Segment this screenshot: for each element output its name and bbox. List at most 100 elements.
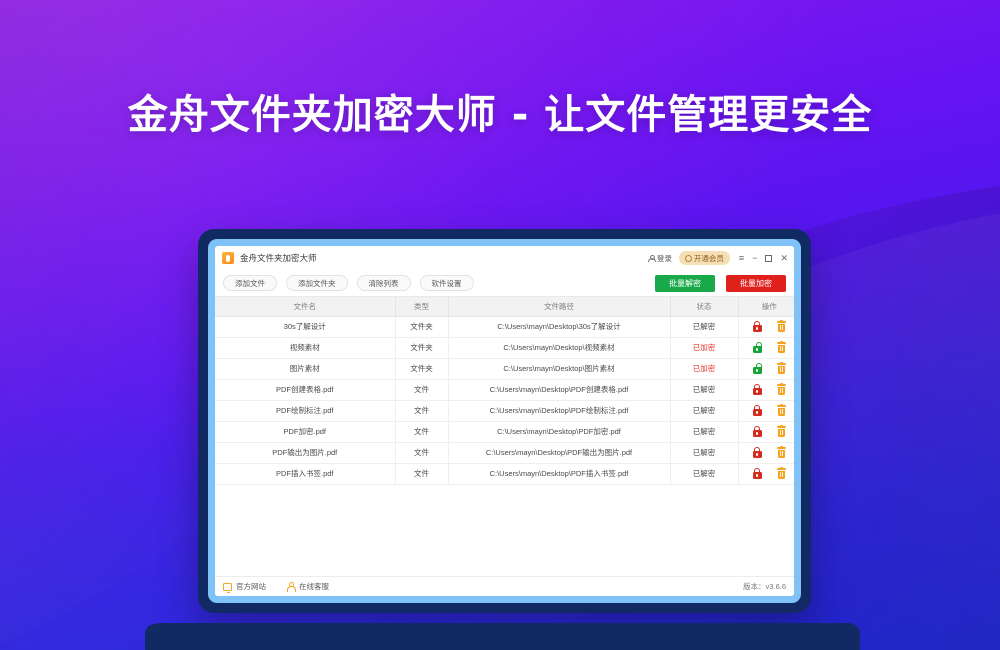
trash-icon[interactable]	[776, 340, 786, 353]
batch-decrypt-button[interactable]: 批量解密	[655, 274, 715, 292]
status-badge: 已解密	[670, 400, 739, 422]
unlocked-icon[interactable]	[752, 363, 762, 374]
cell-filename: PDF输出为图片.pdf	[215, 442, 396, 464]
cell-path: C:\Users\mayn\Desktop\PDF插入书签.pdf	[448, 463, 671, 485]
cell-path: C:\Users\mayn\Desktop\30s了解设计	[448, 316, 671, 338]
col-header-path[interactable]: 文件路径	[448, 297, 671, 317]
table-row[interactable]: PDF绘制标注.pdf 文件 C:\Users\mayn\Desktop\PDF绘制…	[215, 400, 795, 422]
cell-operations	[738, 442, 795, 464]
official-website-link[interactable]: 官方网站	[223, 581, 266, 593]
col-header-operations[interactable]: 操作	[738, 297, 794, 317]
operations-group	[739, 361, 795, 374]
unlocked-icon[interactable]	[752, 342, 762, 353]
cell-operations	[738, 358, 795, 380]
locked-icon[interactable]	[752, 384, 762, 395]
add-file-button[interactable]: 添加文件	[223, 275, 277, 291]
table-row[interactable]: 30s了解设计 文件夹 C:\Users\mayn\Desktop\30s了解设计已…	[215, 316, 794, 338]
online-support-link[interactable]: 在线客服	[286, 581, 329, 592]
cell-filename: PDF加密.pdf	[215, 421, 396, 443]
official-website-label: 官方网站	[236, 582, 266, 591]
status-badge: 已解密	[670, 316, 739, 338]
locked-icon[interactable]	[752, 321, 762, 332]
menu-icon[interactable]: ≡	[739, 253, 744, 263]
cell-type: 文件	[395, 442, 449, 464]
minimize-icon[interactable]: −	[752, 253, 757, 263]
cell-path: C:\Users\mayn\Desktop\图片素材	[448, 358, 671, 380]
login-button[interactable]: 登录	[648, 253, 672, 264]
operations-group	[739, 340, 795, 353]
table-row[interactable]: 视频素材 文件夹 C:\Users\mayn\Desktop\视频素材 已加密	[215, 337, 795, 359]
vip-label: 开通会员	[693, 253, 724, 263]
cell-path: C:\Users\mayn\Desktop\PDF输出为图片.pdf	[448, 442, 671, 464]
status-bar: 官方网站 在线客服 版本：v3.6.6	[215, 576, 794, 596]
laptop-screen-bezel: 金舟文件夹加密大师 登录 开通会员 ≡ − ✕ 添加文件 添加文件夹 清除列表 …	[208, 239, 801, 603]
toolbar-actions: 批量解密 批量加密	[655, 274, 786, 292]
laptop-frame: 金舟文件夹加密大师 登录 开通会员 ≡ − ✕ 添加文件 添加文件夹 清除列表 …	[198, 229, 811, 613]
file-table-container: 文件名 类型 文件路径 状态 操作 30s了解设计 文件夹 C:\Users\may…	[215, 297, 794, 576]
folder-lock-icon	[222, 252, 234, 264]
locked-icon[interactable]	[752, 426, 762, 437]
cell-operations	[738, 379, 794, 401]
trash-icon[interactable]	[776, 445, 786, 458]
table-row[interactable]: 图片素材 文件夹 C:\Users\mayn\Desktop\图片素材 已加密	[215, 358, 795, 380]
locked-icon[interactable]	[752, 447, 762, 458]
app-window: 金舟文件夹加密大师 登录 开通会员 ≡ − ✕ 添加文件 添加文件夹 清除列表 …	[215, 246, 794, 596]
add-folder-button[interactable]: 添加文件夹	[286, 275, 348, 291]
table-row[interactable]: PDF插入书签.pdf 文件 C:\Users\mayn\Desktop\PDF插入…	[215, 463, 795, 485]
trash-icon[interactable]	[776, 403, 786, 416]
trash-icon[interactable]	[776, 382, 786, 395]
cell-operations	[738, 421, 795, 443]
app-title: 金舟文件夹加密大师	[240, 253, 317, 263]
col-header-type[interactable]: 类型	[395, 297, 449, 317]
col-header-filename[interactable]: 文件名	[215, 297, 396, 317]
col-header-status[interactable]: 状态	[670, 297, 739, 317]
cell-type: 文件	[395, 379, 449, 401]
operations-group	[739, 424, 795, 437]
online-support-label: 在线客服	[299, 582, 329, 591]
laptop-base	[148, 623, 860, 650]
cell-type: 文件	[395, 400, 449, 422]
maximize-icon[interactable]	[765, 254, 773, 262]
table-header-row: 文件名 类型 文件路径 状态 操作	[215, 297, 794, 317]
batch-encrypt-button[interactable]: 批量加密	[726, 274, 786, 292]
cell-operations	[738, 463, 795, 485]
page-headline: 金舟文件夹加密大师 - 让文件管理更安全	[127, 92, 873, 138]
operations-group	[739, 466, 795, 479]
cell-path: C:\Users\mayn\Desktop\PDF绘制标注.pdf	[448, 400, 671, 422]
clear-list-button[interactable]: 清除列表	[356, 275, 411, 291]
settings-button[interactable]: 软件设置	[419, 275, 474, 291]
table-row[interactable]: PDF创建表格.pdf 文件 C:\Users\mayn\Desktop\PDF创建…	[215, 379, 794, 401]
vip-upgrade-button[interactable]: 开通会员	[678, 251, 730, 265]
cell-operations	[738, 337, 795, 359]
crown-icon	[684, 254, 692, 262]
cell-type: 文件夹	[395, 358, 449, 380]
cell-path: C:\Users\mayn\Desktop\视频素材	[448, 337, 671, 359]
version-label: 版本：v3.6.6	[743, 582, 786, 591]
cell-filename: 图片素材	[215, 358, 396, 380]
trash-icon[interactable]	[776, 424, 786, 437]
operations-group	[739, 445, 795, 458]
trash-icon[interactable]	[776, 319, 786, 332]
cell-path: C:\Users\mayn\Desktop\PDF创建表格.pdf	[448, 379, 671, 401]
monitor-icon	[223, 582, 232, 593]
toolbar: 添加文件 添加文件夹 清除列表 软件设置 批量解密 批量加密	[215, 270, 794, 297]
table-row[interactable]: PDF加密.pdf 文件 C:\Users\mayn\Desktop\PDF加密.p…	[215, 421, 795, 443]
close-icon[interactable]: ✕	[780, 253, 788, 263]
file-table-body: 30s了解设计 文件夹 C:\Users\mayn\Desktop\30s了解设计已…	[215, 316, 795, 485]
status-badge: 已解密	[670, 421, 739, 443]
cell-filename: 视频素材	[215, 337, 396, 359]
operations-group	[739, 403, 795, 416]
cell-operations	[738, 400, 795, 422]
locked-icon[interactable]	[752, 468, 762, 479]
status-badge: 已解密	[670, 379, 739, 401]
locked-icon[interactable]	[752, 405, 762, 416]
login-label: 登录	[656, 253, 672, 263]
cell-operations	[738, 316, 794, 338]
cell-filename: PDF插入书签.pdf	[215, 463, 396, 485]
person-icon	[648, 254, 657, 263]
status-badge: 已解密	[670, 463, 739, 485]
table-row[interactable]: PDF输出为图片.pdf 文件 C:\Users\mayn\Desktop\PDF输…	[215, 442, 795, 464]
trash-icon[interactable]	[776, 466, 786, 479]
trash-icon[interactable]	[776, 361, 786, 374]
laptop-mockup: 金舟文件夹加密大师 登录 开通会员 ≡ − ✕ 添加文件 添加文件夹 清除列表 …	[148, 229, 860, 650]
